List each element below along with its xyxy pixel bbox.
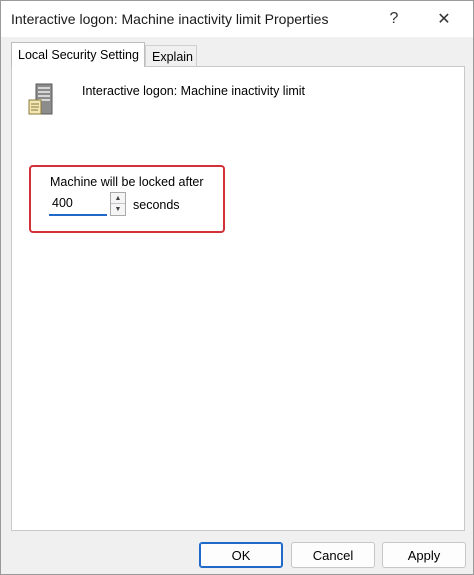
policy-name: Interactive logon: Machine inactivity li… xyxy=(82,84,306,98)
title-bar: Interactive logon: Machine inactivity li… xyxy=(1,1,473,37)
arrow-up-icon: ▲ xyxy=(114,194,122,202)
tab-local-security-setting[interactable]: Local Security Setting xyxy=(11,42,145,67)
cancel-button[interactable]: Cancel xyxy=(291,542,375,568)
properties-dialog: Interactive logon: Machine inactivity li… xyxy=(0,0,474,575)
arrow-down-icon: ▼ xyxy=(114,206,122,213)
spin-down-button[interactable]: ▼ xyxy=(111,204,125,215)
close-button[interactable]: ✕ xyxy=(421,1,467,37)
tab-panel: Interactive logon: Machine inactivity li… xyxy=(11,66,465,531)
seconds-unit-label: seconds xyxy=(133,198,180,212)
window-title: Interactive logon: Machine inactivity li… xyxy=(11,11,329,27)
tab-explain[interactable]: Explain xyxy=(145,45,197,67)
help-icon: ? xyxy=(389,10,399,27)
help-button[interactable]: ? xyxy=(371,1,417,37)
spin-up-button[interactable]: ▲ xyxy=(111,193,125,204)
lock-timeout-label: Machine will be locked after xyxy=(50,175,204,189)
ok-button[interactable]: OK xyxy=(199,542,283,568)
close-icon: ✕ xyxy=(437,11,451,28)
server-policy-icon xyxy=(28,83,53,115)
apply-button[interactable]: Apply xyxy=(382,542,466,568)
value-spinner[interactable]: ▲ ▼ xyxy=(110,192,126,216)
inactivity-seconds-input[interactable] xyxy=(49,192,107,216)
